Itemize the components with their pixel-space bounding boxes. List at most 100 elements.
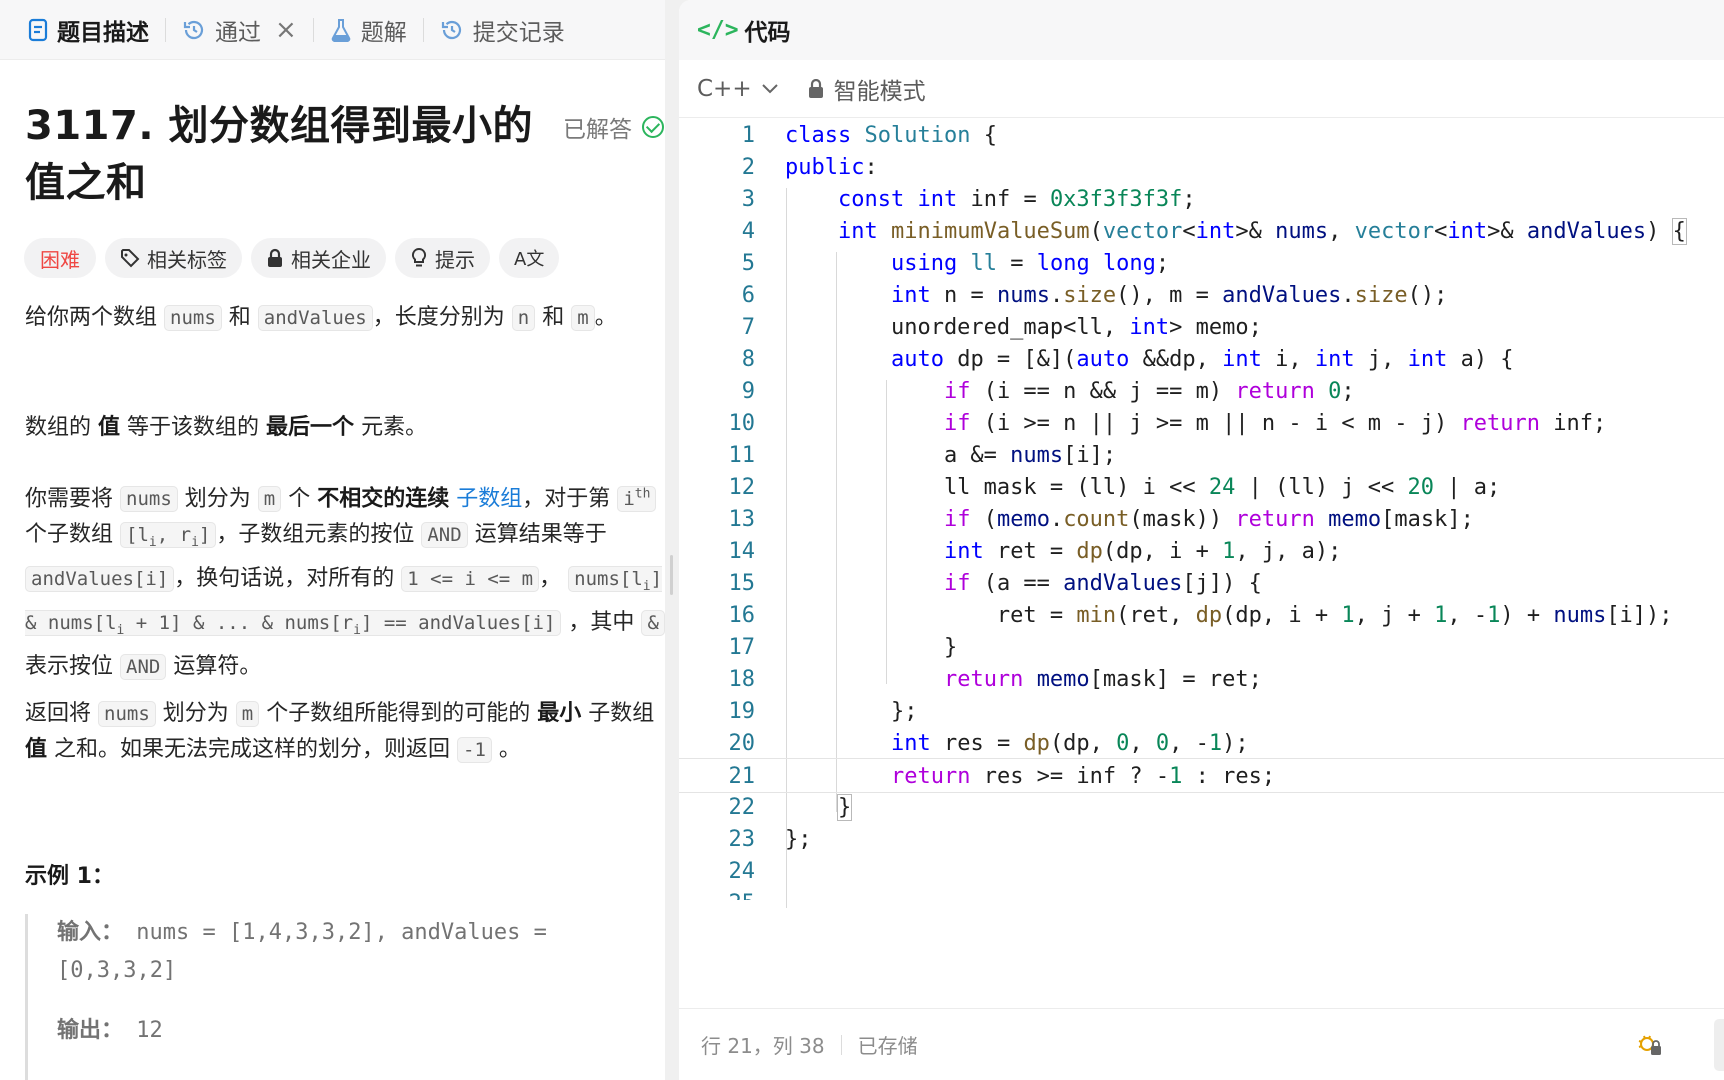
close-icon[interactable]: ×: [275, 15, 297, 45]
inline-code: m: [235, 701, 260, 727]
inline-code: [li, ri]: [120, 522, 217, 551]
code-text: return memo[mask] = ret;: [943, 667, 1262, 692]
bold-text: 最小: [537, 701, 582, 726]
inline-code: andValues: [257, 305, 373, 331]
code-text: ll mask = (ll) i << 24 | (ll) j << 20 | …: [785, 475, 1501, 500]
text: th: [634, 487, 651, 502]
history-icon: [183, 20, 204, 39]
code-line: 2 public:: [679, 150, 1724, 185]
text: 数组的: [25, 415, 92, 440]
editor-toolbar: C++ 智能模式: [679, 60, 1724, 118]
example-output: 输出： 12: [57, 1012, 665, 1050]
code-line: 8 auto dp = [&](auto &&dp, int i, int j,…: [679, 342, 1724, 377]
code-text: int minimumValueSum(vector<int>& nums, v…: [837, 218, 1687, 245]
history-icon: [441, 20, 461, 39]
subarray-link[interactable]: 子数组: [456, 486, 522, 511]
text: ，对于第: [522, 486, 611, 512]
side-panel-handle[interactable]: [1714, 1019, 1724, 1071]
text: 元素。: [361, 415, 428, 440]
text: [l: [126, 524, 149, 547]
tab-description[interactable]: 题目描述: [18, 0, 159, 60]
lock-icon: [808, 78, 823, 98]
line-number: 6: [741, 283, 755, 308]
example-block: 输入： nums = [1,4,3,3,2], andValues = [0,3…: [25, 914, 665, 1080]
code-line: 5 using ll = long long;: [679, 246, 1724, 281]
tab-solution-label: 题解: [360, 19, 407, 46]
bold-text: 值: [98, 415, 121, 440]
text: 划分为: [162, 701, 229, 726]
line-number: 11: [728, 443, 756, 468]
text: ，换句话说，对所有的: [174, 566, 395, 592]
inline-code: -1: [457, 737, 492, 763]
hint-label: 提示: [435, 247, 475, 272]
chevron-down-icon: [761, 83, 778, 93]
code-line: 22 }: [679, 790, 1724, 825]
code-line-current: 21 return res >= inf ? -1 : res;: [679, 758, 1724, 793]
code-line: 12 ll mask = (ll) i << 24 | (ll) j << 20…: [679, 470, 1724, 505]
example-input-value: nums = [1,4,3,3,2], andValues =: [136, 920, 547, 945]
code-line: 20 int res = dp(dp, 0, 0, -1);: [679, 726, 1724, 761]
text: 表示按位: [25, 653, 114, 679]
code-text: unordered_map<ll, int> memo;: [785, 315, 1262, 340]
lightbulb-icon: [411, 247, 427, 267]
code-panel: </> 代码 C++ 智能模式 1 class Solution { 2 publi…: [679, 0, 1724, 1080]
line-number: 18: [728, 667, 756, 692]
tag-icon: [121, 249, 140, 268]
text: i: [353, 622, 361, 638]
text: nums[l: [574, 568, 643, 591]
text: ] == andValues[i]: [360, 611, 556, 634]
text: ，长度分别为: [372, 305, 505, 330]
hint-button[interactable]: 提示: [395, 238, 490, 278]
text: i: [191, 535, 199, 551]
example-input: 输入： nums = [1,4,3,3,2], andValues =: [57, 914, 665, 952]
tab-passed[interactable]: 通过 ×: [172, 0, 307, 60]
description-paragraph-1: 给你两个数组 nums 和 andValues ，长度分别为 n 和 m。: [25, 300, 665, 336]
line-number: 17: [728, 635, 756, 660]
smart-mode-toggle[interactable]: 智能模式: [808, 72, 926, 106]
problem-title[interactable]: 3117. 划分数组得到最小的值之和: [25, 98, 545, 212]
line-number: 20: [728, 731, 756, 756]
line-number: 7: [741, 315, 755, 340]
inline-code: AND: [421, 522, 468, 549]
line-number: 9: [741, 379, 755, 404]
text: i: [623, 488, 635, 511]
language-select[interactable]: C++: [697, 76, 778, 102]
code-text: const int inf = 0x3f3f3f3f;: [837, 187, 1196, 212]
example-output-label: 输出：: [57, 1018, 124, 1043]
resize-handle[interactable]: [670, 555, 673, 595]
related-tags-button[interactable]: 相关标签: [105, 238, 242, 278]
line-number: 15: [728, 571, 756, 596]
text: + 1] & ... & nums[r: [124, 611, 354, 634]
tab-separator: [422, 17, 424, 42]
tab-solution[interactable]: 题解: [320, 0, 417, 60]
example-output-value: 12: [136, 1018, 163, 1043]
tab-submissions-label: 提交记录: [472, 19, 565, 46]
code-editor[interactable]: 1 class Solution { 2 public: 3 const int i…: [679, 118, 1724, 992]
line-number: 24: [728, 859, 756, 884]
tab-separator: [165, 17, 166, 42]
debug-icon[interactable]: [1636, 1031, 1664, 1057]
code-line: 11 a &= nums[i];: [679, 438, 1724, 473]
panel-divider[interactable]: [665, 0, 679, 1080]
description-paragraph-2: 数组的 值 等于该数组的 最后一个 元素。: [25, 410, 665, 446]
text: 你需要将: [25, 486, 114, 512]
line-number: 2: [741, 155, 755, 180]
bold-text: 最后一个: [266, 415, 355, 440]
translate-icon: A文: [514, 249, 545, 270]
translate-button[interactable]: A文: [499, 238, 560, 278]
code-line: 10 if (i >= n || j >= m || n - i < m - j…: [679, 406, 1724, 441]
bold-text: 不相交的连续: [317, 486, 450, 512]
text: 给你两个数组: [25, 305, 158, 330]
tab-submissions[interactable]: 提交记录: [430, 0, 575, 60]
lock-icon: [268, 248, 282, 267]
smart-mode-label: 智能模式: [833, 78, 926, 105]
code-text: };: [785, 699, 918, 724]
companies-button[interactable]: 相关企业: [251, 238, 386, 278]
save-status: 已存储: [857, 1034, 918, 1058]
code-text: if (i == n && j == m) return 0;: [943, 379, 1355, 404]
cursor-position: 行 21，列 38: [701, 1034, 825, 1058]
code-text: if (i >= n || j >= m || n - i < m - j) r…: [943, 411, 1607, 436]
inline-code: n: [511, 305, 536, 331]
code-text: return res >= inf ? -1 : res;: [890, 764, 1276, 789]
code-text: auto dp = [&](auto &&dp, int i, int j, i…: [890, 347, 1514, 372]
